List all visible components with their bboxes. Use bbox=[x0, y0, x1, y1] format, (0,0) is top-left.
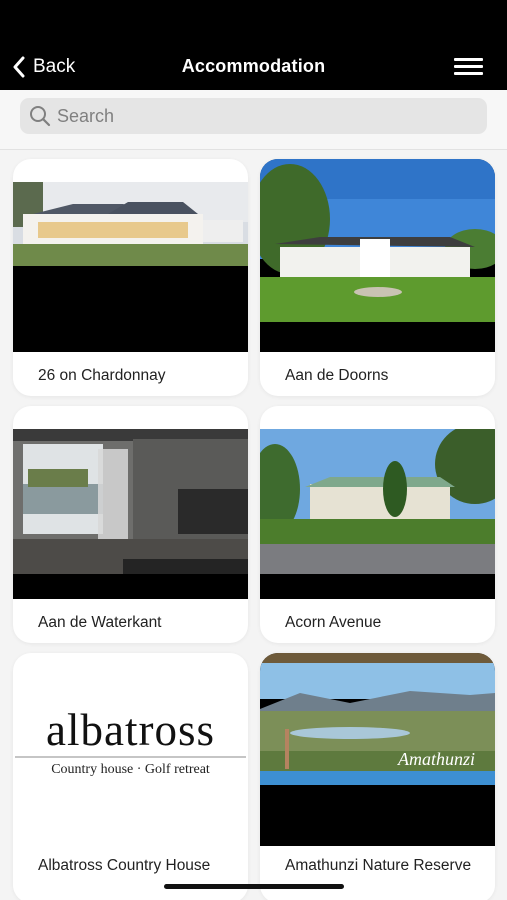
search-icon bbox=[30, 106, 51, 127]
logo-wordmark: albatross bbox=[46, 705, 215, 755]
listing-name: Acorn Avenue bbox=[285, 614, 382, 631]
search-input[interactable] bbox=[57, 105, 457, 127]
navigation-bar: Back Accommodation bbox=[0, 44, 507, 90]
listing-name: Amathunzi Nature Reserve bbox=[285, 857, 472, 874]
home-indicator[interactable] bbox=[164, 884, 344, 889]
listing-card[interactable]: 26 on Chardonnay bbox=[13, 159, 248, 396]
listing-photo bbox=[13, 429, 248, 599]
listing-name: Albatross Country House bbox=[38, 857, 211, 874]
listing-logo: albatross Country house · Golf retreat bbox=[13, 676, 248, 846]
search-bar-container bbox=[0, 90, 507, 150]
hamburger-menu-icon[interactable] bbox=[454, 58, 483, 76]
logo-divider bbox=[15, 756, 246, 758]
listing-photo bbox=[260, 429, 495, 599]
listing-card[interactable]: Aan de Waterkant bbox=[13, 406, 248, 643]
logo-tagline: Country house · Golf retreat bbox=[51, 762, 210, 777]
listing-card[interactable]: Amathunzi Amathunzi Nature Reserve bbox=[260, 653, 495, 900]
listing-photo bbox=[260, 159, 495, 352]
listing-name: Aan de Waterkant bbox=[38, 614, 162, 631]
listing-name: Aan de Doorns bbox=[285, 367, 389, 384]
page-title: Accommodation bbox=[181, 56, 326, 76]
listing-card[interactable]: albatross Country house · Golf retreat A… bbox=[13, 653, 248, 900]
logo-wordmark: Amathunzi bbox=[398, 749, 476, 769]
listing-card[interactable]: Aan de Doorns bbox=[260, 159, 495, 396]
status-bar bbox=[0, 0, 507, 44]
listing-photo bbox=[13, 182, 248, 352]
search-field[interactable] bbox=[20, 98, 487, 134]
listing-photo: Amathunzi bbox=[260, 653, 495, 846]
listing-name: 26 on Chardonnay bbox=[38, 367, 166, 384]
listing-card[interactable]: Acorn Avenue bbox=[260, 406, 495, 643]
